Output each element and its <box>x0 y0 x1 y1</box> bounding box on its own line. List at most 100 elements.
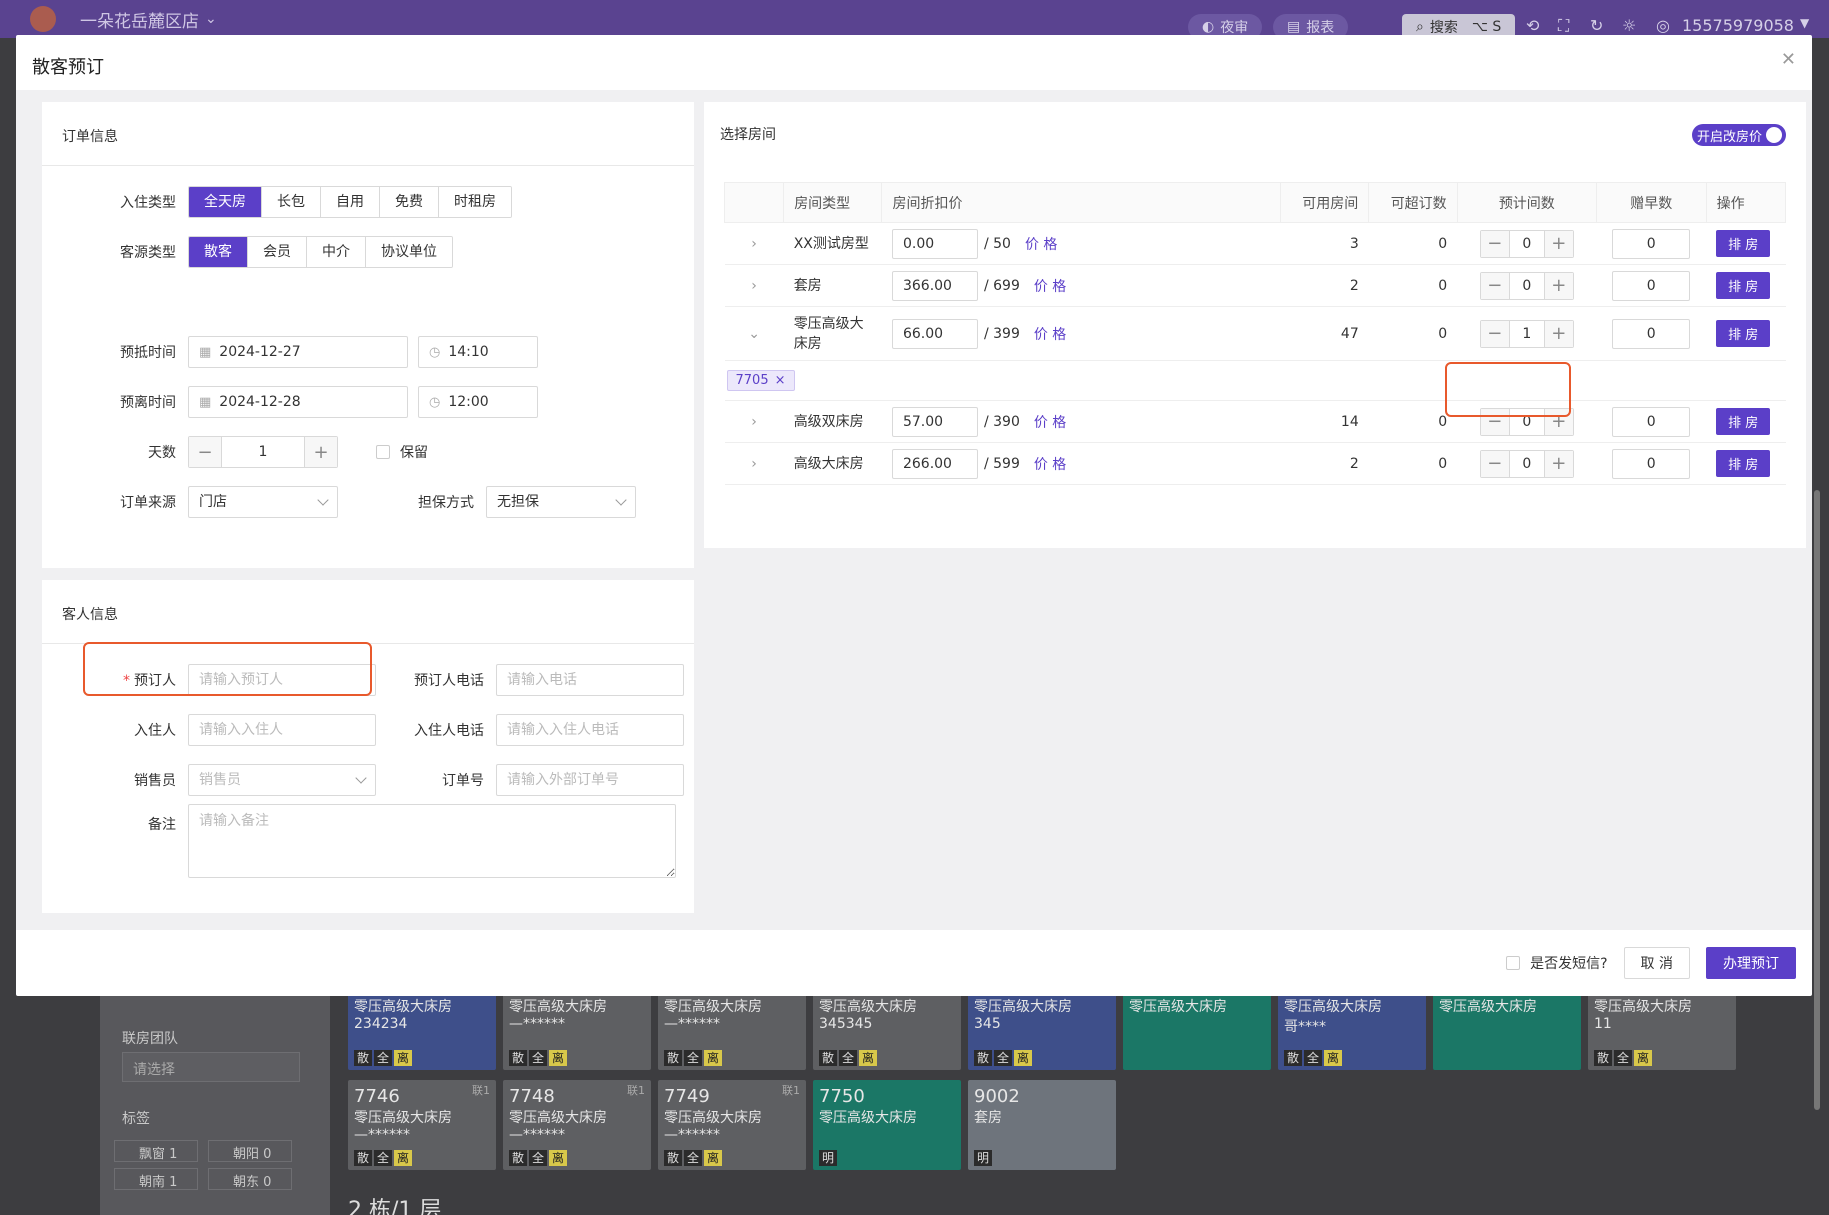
reserve-checkbox[interactable] <box>376 445 390 459</box>
theme-icon[interactable]: ☼ <box>1622 16 1636 35</box>
room-tile[interactable]: 零压高级大床房 234234 散全离 <box>348 990 496 1070</box>
order-source-select[interactable]: 门店 <box>188 486 338 518</box>
leave-date-picker[interactable]: ▦ 2024-12-28 <box>188 386 408 418</box>
room-tile[interactable]: 9002 套房明 <box>968 1080 1116 1170</box>
tag-filter[interactable]: 朝南 1 <box>114 1168 198 1190</box>
available-rooms[interactable]: 3 <box>1280 222 1369 265</box>
price-link[interactable]: 价 格 <box>1034 276 1066 296</box>
room-tile[interactable]: 零压高级大床房 345 散全离 <box>968 990 1116 1070</box>
source-type-option[interactable]: 协议单位 <box>365 237 452 267</box>
available-rooms[interactable]: 14 <box>1280 400 1369 443</box>
close-icon[interactable]: × <box>775 373 786 388</box>
store-name[interactable]: 一朵花岳麓区店 <box>80 7 199 32</box>
room-tile[interactable]: 零压高级大床房 —****** 散全离 <box>658 990 806 1070</box>
plus-icon[interactable]: + <box>305 437 337 467</box>
breakfast-input[interactable]: 0 <box>1612 448 1691 479</box>
breakfast-input[interactable]: 0 <box>1612 228 1691 259</box>
room-count-value[interactable]: 0 <box>1508 450 1545 477</box>
available-rooms[interactable]: 2 <box>1280 264 1369 307</box>
assign-room-button[interactable]: 排 房 <box>1716 230 1771 257</box>
guarantee-select[interactable]: 无担保 <box>486 486 636 518</box>
tag-filter[interactable]: 朝东 0 <box>208 1168 292 1190</box>
available-rooms[interactable]: 47 <box>1280 306 1369 361</box>
checkin-type-option[interactable]: 时租房 <box>438 187 511 217</box>
price-link[interactable]: 价 格 <box>1025 234 1057 254</box>
booker-phone-input[interactable] <box>496 664 684 696</box>
group-select[interactable]: 请选择 <box>122 1052 300 1082</box>
source-type-option[interactable]: 中介 <box>306 237 365 267</box>
discount-price-input[interactable]: 366.00 <box>891 270 978 301</box>
checkin-type-option[interactable]: 长包 <box>261 187 320 217</box>
chevron-down-icon[interactable]: ⌄ <box>205 11 217 27</box>
arrive-date-picker[interactable]: ▦ 2024-12-27 <box>188 336 408 368</box>
room-tile[interactable]: 7748 联1 零压高级大床房 —****** 散全离 <box>503 1080 651 1170</box>
remark-textarea[interactable] <box>188 804 676 878</box>
user-phone[interactable]: 15575979058 <box>1682 16 1794 35</box>
close-icon[interactable]: ✕ <box>1781 49 1796 70</box>
minus-icon[interactable]: − <box>1480 450 1509 477</box>
discount-price-input[interactable]: 266.00 <box>891 448 978 479</box>
assign-room-button[interactable]: 排 房 <box>1716 450 1771 477</box>
price-link[interactable]: 价 格 <box>1034 454 1066 474</box>
tag-filter[interactable]: 朝阳 0 <box>208 1140 292 1162</box>
source-type-option[interactable]: 散客 <box>189 237 247 267</box>
minus-icon[interactable]: − <box>189 437 221 467</box>
discount-price-input[interactable]: 0.00 <box>891 228 978 259</box>
available-rooms[interactable]: 2 <box>1280 442 1369 485</box>
order-no-input[interactable] <box>496 764 684 796</box>
room-tile[interactable]: 零压高级大床房 <box>1123 990 1271 1070</box>
translate-icon[interactable]: ⟲ <box>1526 16 1539 35</box>
room-tile[interactable]: 零压高级大床房 <box>1433 990 1581 1070</box>
minus-icon[interactable]: − <box>1480 230 1509 257</box>
discount-price-input[interactable]: 66.00 <box>891 318 978 349</box>
chevron-right-icon[interactable]: › <box>751 414 757 430</box>
plus-icon[interactable]: + <box>1544 230 1573 257</box>
price-link[interactable]: 价 格 <box>1034 324 1066 344</box>
chevron-right-icon[interactable]: › <box>751 278 757 294</box>
breakfast-input[interactable]: 0 <box>1612 406 1691 437</box>
room-tile[interactable]: 7746 联1 零压高级大床房 —****** 散全离 <box>348 1080 496 1170</box>
chevron-down-icon[interactable]: ⌄ <box>748 326 760 342</box>
room-count-value[interactable]: 0 <box>1508 272 1545 299</box>
checkin-type-option[interactable]: 免费 <box>379 187 438 217</box>
room-tile[interactable]: 7749 联1 零压高级大床房 —****** 散全离 <box>658 1080 806 1170</box>
sms-checkbox[interactable] <box>1506 956 1521 970</box>
assigned-room-tag[interactable]: 7705 × <box>726 370 795 391</box>
guest-input[interactable] <box>188 714 376 746</box>
guest-phone-input[interactable] <box>496 714 684 746</box>
chevron-right-icon[interactable]: › <box>751 456 757 472</box>
plus-icon[interactable]: + <box>1544 450 1573 477</box>
checkin-type-option[interactable]: 自用 <box>320 187 379 217</box>
room-tile[interactable]: 7750 零压高级大床房明 <box>813 1080 961 1170</box>
caret-down-icon[interactable]: ▼ <box>1800 16 1809 30</box>
assign-room-button[interactable]: 排 房 <box>1716 320 1771 347</box>
source-type-option[interactable]: 会员 <box>247 237 306 267</box>
breakfast-input[interactable]: 0 <box>1612 318 1691 349</box>
room-tile[interactable]: 零压高级大床房 11 散全离 <box>1588 990 1736 1070</box>
minus-icon[interactable]: − <box>1480 272 1509 299</box>
price-link[interactable]: 价 格 <box>1034 412 1066 432</box>
page-scrollbar[interactable] <box>1814 490 1820 1110</box>
assign-room-button[interactable]: 排 房 <box>1716 272 1771 299</box>
arrive-time-picker[interactable]: ◷ 14:10 <box>418 336 538 368</box>
minus-icon[interactable]: − <box>1480 320 1509 347</box>
days-value[interactable]: 1 <box>221 437 305 467</box>
submit-booking-button[interactable]: 办理预订 <box>1706 947 1796 979</box>
checkin-type-option[interactable]: 全天房 <box>189 187 261 217</box>
breakfast-input[interactable]: 0 <box>1612 270 1691 301</box>
price-edit-toggle[interactable]: 开启改房价 <box>1691 124 1786 146</box>
assign-room-button[interactable]: 排 房 <box>1716 408 1771 435</box>
fullscreen-icon[interactable]: ⛶ <box>1558 16 1569 36</box>
room-count-value[interactable]: 1 <box>1508 320 1545 347</box>
room-tile[interactable]: 零压高级大床房 —****** 散全离 <box>503 990 651 1070</box>
user-avatar[interactable]: ◎ <box>1656 16 1670 35</box>
room-count-value[interactable]: 0 <box>1508 230 1545 257</box>
room-tile[interactable]: 零压高级大床房 345345 散全离 <box>813 990 961 1070</box>
refresh-icon[interactable]: ↻ <box>1590 16 1603 35</box>
room-tile[interactable]: 零压高级大床房 哥**** 散全离 <box>1278 990 1426 1070</box>
chevron-right-icon[interactable]: › <box>751 236 757 252</box>
cancel-button[interactable]: 取 消 <box>1623 947 1690 979</box>
sales-select[interactable]: 销售员 <box>188 764 376 796</box>
plus-icon[interactable]: + <box>1544 320 1573 347</box>
plus-icon[interactable]: + <box>1544 272 1573 299</box>
